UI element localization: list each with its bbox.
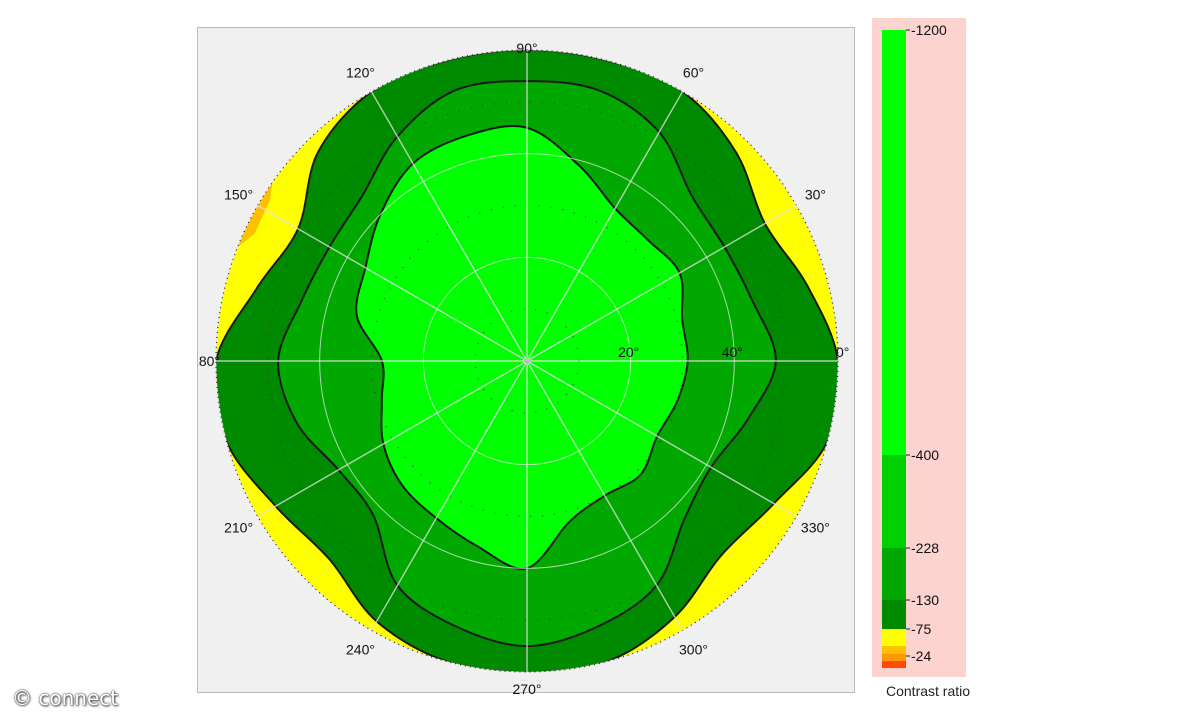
angle-label-270: 270° [513, 681, 542, 694]
colorbar-title: Contrast ratio [886, 683, 971, 699]
angle-label-120: 120° [346, 65, 375, 81]
colorbar-band-75 [882, 629, 906, 646]
colorbar-label-75: -75 [911, 621, 931, 637]
colorbar-label-130: -130 [911, 592, 939, 608]
angle-label-210: 210° [224, 520, 253, 536]
radial-label-20: 20° [618, 344, 639, 360]
radial-label-40: 40° [722, 344, 743, 360]
colorbar-panel: -1200 -400 -228 -130 -75 -24 [872, 18, 966, 677]
angle-label-90: 90° [516, 40, 537, 56]
angle-label-30: 30° [805, 187, 826, 203]
colorbar-label-24: -24 [911, 648, 931, 664]
colorbar-band-228 [882, 548, 906, 600]
colorbar-band-24 [882, 654, 906, 661]
colorbar: -1200 -400 -228 -130 -75 -24 [882, 22, 947, 668]
angle-label-240: 240° [346, 641, 375, 657]
angle-label-330: 330° [801, 520, 830, 536]
colorbar-label-228: -228 [911, 540, 939, 556]
angle-label-0: 0° [836, 344, 849, 360]
watermark: © connect [12, 686, 119, 710]
colorbar-band-50 [882, 646, 906, 654]
polar-contour-chart: 0° 30° 60° 90° 120° 150° 180° 210° 240° 270° 300° 3… [198, 40, 849, 694]
angle-label-180: 180° [198, 353, 220, 369]
polar-plot-area: 0° 30° 60° 90° 120° 150° 180° 210° 240° 270° 300° 3… [197, 27, 855, 694]
colorbar-band-400 [882, 455, 906, 548]
center-point [524, 358, 530, 364]
colorbar-band-0 [882, 661, 906, 668]
angle-label-150: 150° [224, 187, 253, 203]
colorbar-label-400: -400 [911, 447, 939, 463]
colorbar-band-130 [882, 600, 906, 629]
colorbar-band-1200 [882, 30, 906, 455]
colorbar-label-1200: -1200 [911, 22, 947, 38]
angle-label-300: 300° [679, 641, 708, 657]
angle-label-60: 60° [683, 65, 704, 81]
